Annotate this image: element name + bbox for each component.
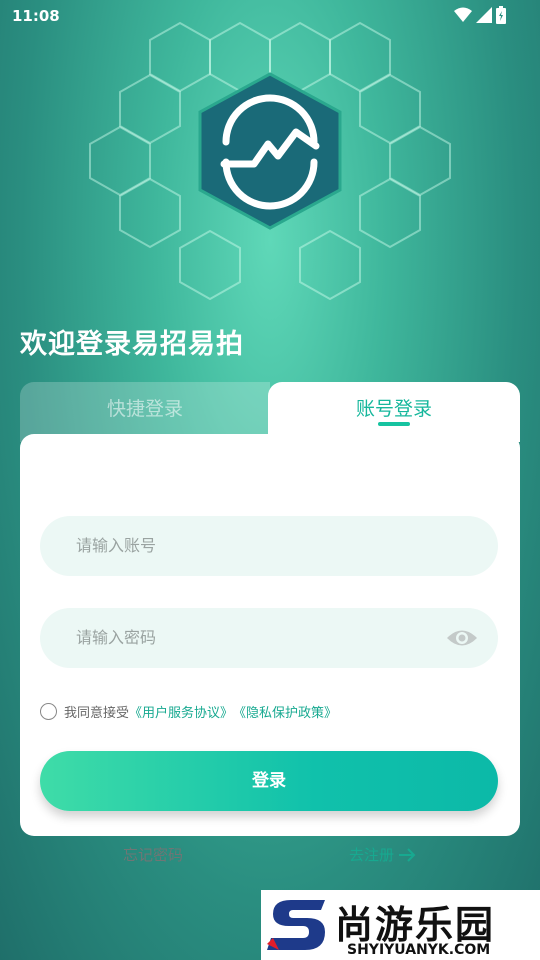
login-panel: 快捷登录 请输入账号 请输入密码 我同意接受 《用户服务协议》 《隐私保护政策》… xyxy=(20,382,520,864)
welcome-title: 欢迎登录易招易拍 xyxy=(20,329,244,360)
login-button[interactable]: 登录 xyxy=(40,751,498,811)
password-input[interactable]: 请输入密码 xyxy=(40,608,498,668)
agreement-prefix: 我同意接受 xyxy=(64,706,130,721)
password-placeholder: 请输入密码 xyxy=(76,628,157,647)
status-time: 11:08 xyxy=(12,7,60,25)
login-card: 请输入账号 请输入密码 我同意接受 《用户服务协议》 《隐私保护政策》 登录 忘… xyxy=(20,434,520,864)
user-agreement-link[interactable]: 《用户服务协议》 xyxy=(129,702,233,721)
agreement-row: 我同意接受 《用户服务协议》 《隐私保护政策》 xyxy=(40,702,337,721)
watermark-subtitle: SHYIYUANYK.COM xyxy=(347,942,491,958)
battery-icon xyxy=(496,6,506,24)
tab-account-login-label: 账号登录 xyxy=(355,398,432,420)
account-input[interactable]: 请输入账号 xyxy=(40,516,498,576)
tab-account-login[interactable]: 账号登录 xyxy=(268,382,520,442)
register-label: 去注册 xyxy=(349,846,395,864)
tab-active-indicator xyxy=(378,422,410,426)
register-link[interactable]: 去注册 xyxy=(349,844,416,865)
privacy-policy-link[interactable]: 《隐私保护政策》 xyxy=(233,702,337,721)
watermark-logo-icon xyxy=(267,900,325,950)
agreement-checkbox[interactable] xyxy=(40,703,57,720)
watermark: 尚游乐园 SHYIYUANYK.COM xyxy=(261,890,540,960)
tab-quick-login[interactable]: 快捷登录 xyxy=(20,382,270,442)
eye-icon[interactable] xyxy=(446,627,478,649)
app-logo-icon xyxy=(198,72,342,230)
arrow-right-icon xyxy=(399,847,416,862)
signal-icon xyxy=(476,7,492,23)
watermark-title: 尚游乐园 xyxy=(335,903,496,947)
forgot-password-link[interactable]: 忘记密码 xyxy=(123,844,183,865)
status-icons xyxy=(454,6,506,24)
